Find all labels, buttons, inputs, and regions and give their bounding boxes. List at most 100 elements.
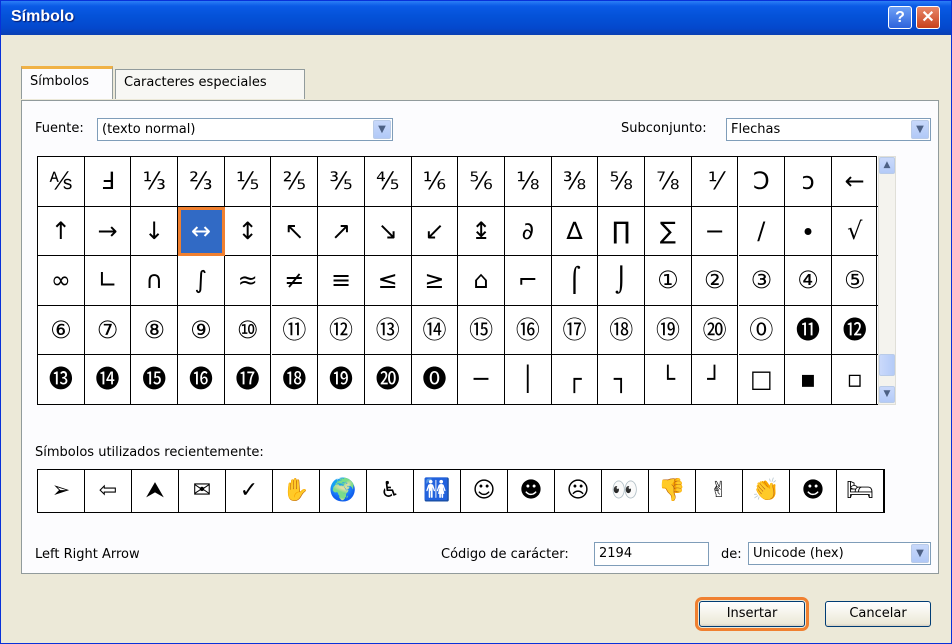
recent-symbol-cell[interactable]: 🌍	[320, 470, 367, 512]
symbol-cell[interactable]: ⅛	[505, 157, 552, 207]
recent-symbol-cell[interactable]: ✓	[226, 470, 273, 512]
grid-scrollbar[interactable]: ▲ ▼	[878, 156, 896, 405]
symbol-cell[interactable]: ⅖	[271, 157, 319, 207]
symbol-cell[interactable]: ↖	[271, 206, 319, 257]
recent-symbol-cell[interactable]: 👎	[649, 470, 696, 512]
symbol-cell[interactable]: ⓪	[738, 305, 786, 356]
symbol-cell[interactable]: ▫	[831, 355, 879, 405]
symbol-cell[interactable]: ↓	[131, 206, 179, 257]
recent-symbol-cell[interactable]: ✉	[179, 470, 226, 512]
scroll-thumb[interactable]	[879, 354, 895, 376]
symbol-cell[interactable]: ⓱	[224, 355, 272, 405]
chevron-down-icon[interactable]: ▼	[373, 120, 391, 139]
symbol-cell[interactable]: ∞	[38, 256, 85, 306]
symbol-cell[interactable]: ≈	[224, 256, 272, 306]
insert-button[interactable]: Insertar	[695, 597, 809, 631]
symbol-cell[interactable]: ∏	[598, 206, 646, 257]
symbol-cell[interactable]: ↘	[364, 206, 412, 257]
from-select[interactable]: Unicode (hex) ▼	[748, 542, 931, 565]
symbol-cell[interactable]: ③	[738, 256, 786, 306]
symbol-cell[interactable]: ⑥	[38, 305, 85, 356]
cancel-button[interactable]: Cancelar	[825, 601, 931, 627]
symbol-cell[interactable]: ⓴	[364, 355, 412, 405]
symbol-cell[interactable]: ⅗	[318, 157, 365, 207]
help-button[interactable]: ?	[888, 6, 912, 29]
symbol-cell[interactable]: ⓭	[38, 355, 85, 405]
symbol-cell[interactable]: ⑦	[84, 305, 132, 356]
recent-symbol-cell[interactable]: ✋	[273, 470, 320, 512]
symbol-cell[interactable]: ⅞	[645, 157, 692, 207]
symbol-cell[interactable]: ⑬	[364, 305, 412, 356]
symbol-cell[interactable]: │	[505, 355, 552, 405]
symbol-cell-selected[interactable]: ↔	[178, 206, 225, 257]
symbol-cell[interactable]: ∑	[645, 206, 692, 257]
symbol-cell[interactable]: ∂	[505, 206, 552, 257]
symbol-cell[interactable]: ↗	[318, 206, 365, 257]
symbol-cell[interactable]: ②	[691, 256, 739, 306]
symbol-cell[interactable]: ⅙	[411, 157, 459, 207]
symbol-cell[interactable]: ⓫	[785, 305, 832, 356]
symbol-cell[interactable]: ↙	[411, 206, 459, 257]
recent-symbol-cell[interactable]: ⇦	[85, 470, 132, 512]
scroll-down-button[interactable]: ▼	[879, 386, 895, 403]
symbol-cell[interactable]: ⓮	[84, 355, 132, 405]
symbol-cell[interactable]: ∫	[178, 256, 225, 306]
symbol-cell[interactable]: ⅔	[178, 157, 225, 207]
recent-symbol-cell[interactable]: ☹	[555, 470, 602, 512]
recent-symbol-cell[interactable]: ⮝	[132, 470, 179, 512]
recent-symbol-cell[interactable]: ➢	[38, 470, 85, 512]
symbol-cell[interactable]: √	[831, 206, 879, 257]
symbol-cell[interactable]: ←	[831, 157, 879, 207]
symbol-cell[interactable]: ↨	[458, 206, 505, 257]
recent-symbol-cell[interactable]: ☻	[790, 470, 837, 512]
recent-symbol-cell[interactable]: 👀	[602, 470, 649, 512]
symbol-cell[interactable]: ⓿	[411, 355, 459, 405]
subset-select[interactable]: Flechas ▼	[726, 118, 931, 141]
symbol-cell[interactable]: ⑯	[505, 305, 552, 356]
symbol-cell[interactable]: ≥	[411, 256, 459, 306]
close-button[interactable]: ✕	[916, 6, 940, 29]
symbol-cell[interactable]: ┌	[551, 355, 599, 405]
symbol-cell[interactable]: ⅝	[598, 157, 646, 207]
symbol-cell[interactable]: ⑰	[551, 305, 599, 356]
symbol-cell[interactable]: ≤	[364, 256, 412, 306]
symbol-cell[interactable]: ⓰	[178, 355, 225, 405]
recent-symbol-cell[interactable]: 🚻	[414, 470, 461, 512]
symbol-cell[interactable]: ↕	[224, 206, 272, 257]
symbol-cell[interactable]: ∕	[738, 206, 786, 257]
recent-symbol-cell[interactable]: ☺	[461, 470, 508, 512]
symbol-cell[interactable]: −	[691, 206, 739, 257]
symbol-cell[interactable]: ∙	[785, 206, 832, 257]
symbol-cell[interactable]: ⓬	[831, 305, 879, 356]
symbol-cell[interactable]: ⑨	[178, 305, 225, 356]
chevron-down-icon[interactable]: ▼	[911, 120, 929, 139]
symbol-cell[interactable]: ⑮	[458, 305, 505, 356]
chevron-down-icon[interactable]: ▼	[911, 544, 929, 563]
symbol-cell[interactable]: ⅕	[224, 157, 272, 207]
recent-symbol-cell[interactable]: ✌	[696, 470, 743, 512]
symbol-cell[interactable]: ⅜	[551, 157, 599, 207]
symbol-cell[interactable]: ⑪	[271, 305, 319, 356]
recent-symbol-cell[interactable]: 🛏	[837, 470, 884, 512]
symbol-cell[interactable]: ⓳	[318, 355, 365, 405]
char-code-input[interactable]: 2194	[594, 542, 709, 566]
tab-caracteres-especiales[interactable]: Caracteres especiales	[115, 69, 305, 99]
symbol-cell[interactable]: ⌡	[598, 256, 646, 306]
symbol-cell[interactable]: ⑳	[691, 305, 739, 356]
symbol-cell[interactable]: ≠	[271, 256, 319, 306]
symbol-cell[interactable]: ⅍	[38, 157, 85, 207]
symbol-cell[interactable]: ⅚	[458, 157, 505, 207]
symbol-cell[interactable]: ↑	[38, 206, 85, 257]
symbol-cell[interactable]: ⑧	[131, 305, 179, 356]
symbol-cell[interactable]: ∆	[551, 206, 599, 257]
symbol-cell[interactable]: ─	[458, 355, 505, 405]
font-select[interactable]: (texto normal) ▼	[97, 118, 393, 141]
symbol-cell[interactable]: Ↄ	[738, 157, 786, 207]
symbol-cell[interactable]: □	[738, 355, 786, 405]
recent-symbol-cell[interactable]: ♿	[367, 470, 414, 512]
symbol-cell[interactable]: ⓲	[271, 355, 319, 405]
tab-simbolos[interactable]: Símbolos	[21, 66, 113, 99]
symbol-cell[interactable]: ⑲	[645, 305, 692, 356]
symbol-cell[interactable]: ⅟	[691, 157, 739, 207]
symbol-cell[interactable]: ┐	[598, 355, 646, 405]
